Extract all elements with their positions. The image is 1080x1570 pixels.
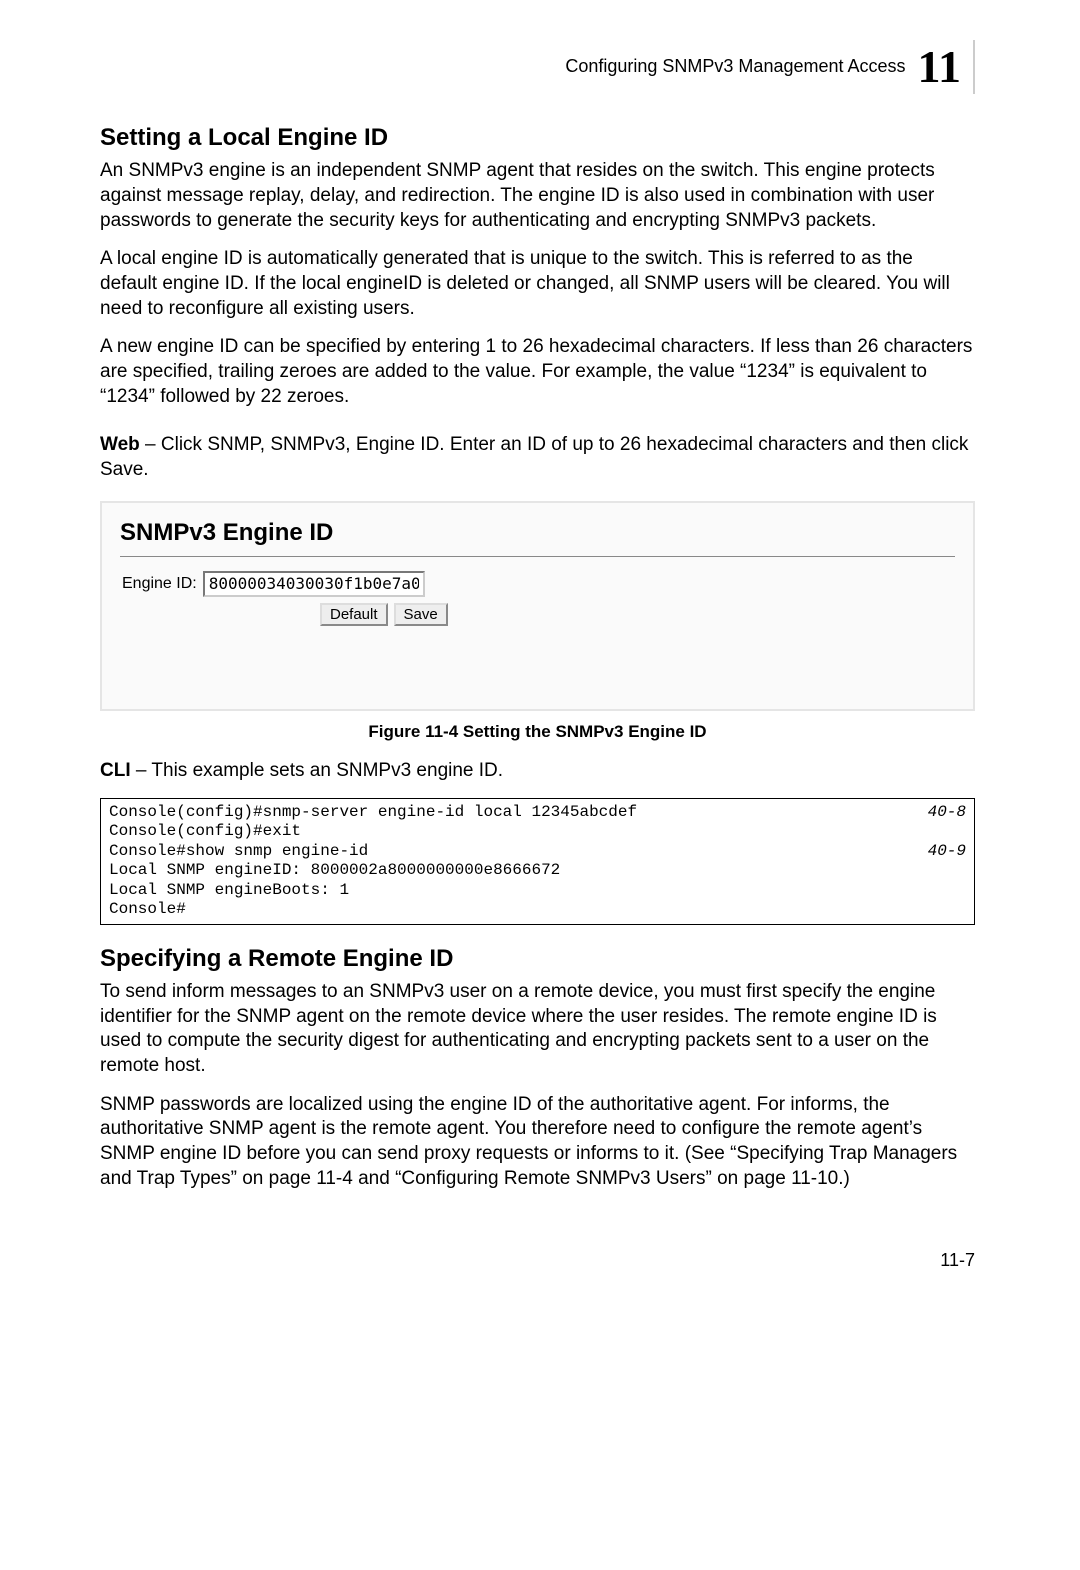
engine-id-panel: SNMPv3 Engine ID Engine ID: Default Save bbox=[100, 501, 975, 711]
header-section-text: Configuring SNMPv3 Management Access bbox=[565, 55, 905, 78]
page-number: 11-7 bbox=[100, 1249, 975, 1272]
cli-line: Console(config)#snmp-server engine-id lo… bbox=[109, 803, 637, 823]
figure-caption: Figure 11-4 Setting the SNMPv3 Engine ID bbox=[100, 721, 975, 743]
cli-ref: 40-8 bbox=[928, 803, 966, 823]
cli-line: Console#show snmp engine-id bbox=[109, 842, 368, 862]
paragraph: An SNMPv3 engine is an independent SNMP … bbox=[100, 159, 975, 233]
web-label: Web bbox=[100, 434, 140, 455]
cli-line: Local SNMP engineID: 8000002a8000000000e… bbox=[109, 861, 966, 881]
cli-line: Console(config)#exit bbox=[109, 822, 966, 842]
section-heading-remote-engine: Specifying a Remote Engine ID bbox=[100, 943, 975, 974]
cli-line: Local SNMP engineBoots: 1 bbox=[109, 881, 966, 901]
cli-instruction: CLI – This example sets an SNMPv3 engine… bbox=[100, 759, 975, 784]
panel-title: SNMPv3 Engine ID bbox=[120, 517, 955, 557]
page-header: Configuring SNMPv3 Management Access 11 bbox=[100, 40, 975, 94]
header-divider bbox=[973, 40, 975, 94]
cli-line: Console# bbox=[109, 900, 966, 920]
panel-button-row: Default Save bbox=[320, 603, 955, 626]
cli-label: CLI bbox=[100, 760, 131, 781]
engine-id-input[interactable] bbox=[203, 571, 425, 597]
chapter-number: 11 bbox=[918, 44, 961, 90]
paragraph: A local engine ID is automatically gener… bbox=[100, 247, 975, 321]
cli-output-block: Console(config)#snmp-server engine-id lo… bbox=[100, 798, 975, 925]
paragraph: To send inform messages to an SNMPv3 use… bbox=[100, 980, 975, 1079]
web-instruction: Web – Click SNMP, SNMPv3, Engine ID. Ent… bbox=[100, 433, 975, 482]
web-text: – Click SNMP, SNMPv3, Engine ID. Enter a… bbox=[100, 434, 968, 480]
engine-id-row: Engine ID: bbox=[122, 571, 955, 597]
default-button[interactable]: Default bbox=[320, 603, 388, 626]
engine-id-label: Engine ID: bbox=[122, 574, 197, 595]
cli-ref: 40-9 bbox=[928, 842, 966, 862]
paragraph: SNMP passwords are localized using the e… bbox=[100, 1093, 975, 1192]
save-button[interactable]: Save bbox=[394, 603, 448, 626]
section-heading-local-engine: Setting a Local Engine ID bbox=[100, 122, 975, 153]
cli-text: – This example sets an SNMPv3 engine ID. bbox=[131, 760, 503, 781]
paragraph: A new engine ID can be specified by ente… bbox=[100, 335, 975, 409]
